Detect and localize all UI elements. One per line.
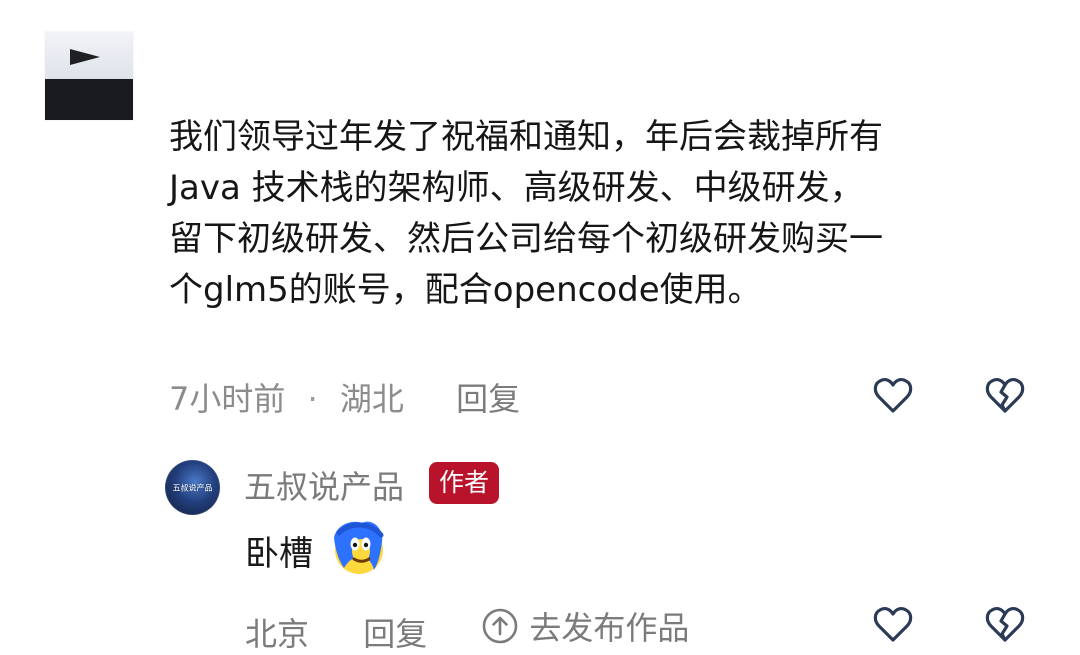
comment-line: 留下初级研发、然后公司给每个初级研发购买一 <box>169 219 883 259</box>
pen-icon <box>70 49 130 65</box>
comment-time: 7小时前 <box>169 380 286 418</box>
meta-separator: · <box>307 380 318 418</box>
reply-author-avatar[interactable]: 五叔说产品 <box>165 460 220 515</box>
avatar-label: 五叔说产品 <box>172 483 213 492</box>
reply-author-name[interactable]: 五叔说产品 <box>244 462 404 508</box>
avatar-lower-area <box>45 79 133 120</box>
up-arrow-circle-icon <box>483 608 518 644</box>
comment-line: Java 技术栈的架构师、高级研发、中级研发， <box>169 168 864 208</box>
author-badge: 作者 <box>429 462 500 504</box>
heart-outline-icon[interactable] <box>871 374 915 418</box>
publish-work-label: 去发布作品 <box>529 609 690 647</box>
publish-work-button[interactable]: 去发布作品 <box>481 603 689 649</box>
reply-location: 北京 <box>245 615 310 653</box>
comment-location: 湖北 <box>339 380 404 418</box>
reply-button[interactable]: 回复 <box>456 380 520 418</box>
blue-hair-emoji-icon <box>334 521 384 574</box>
post-author-avatar[interactable] <box>45 32 133 120</box>
reply-meta: 北京 回复 去发布作品 <box>245 603 689 655</box>
comment-line: 个glm5的账号，配合opencode使用。 <box>169 270 762 310</box>
comment-meta: 7小时前 · 湖北 回复 <box>169 374 520 420</box>
heart-outline-icon[interactable] <box>871 603 915 647</box>
broken-heart-icon[interactable] <box>983 374 1027 418</box>
reply-button[interactable]: 回复 <box>363 615 427 653</box>
comment-content: 我们领导过年发了祝福和通知，年后会裁掉所有 Java 技术栈的架构师、高级研发、… <box>169 112 1049 316</box>
broken-heart-icon[interactable] <box>983 603 1027 647</box>
reply-content: 卧槽 <box>245 534 313 574</box>
comment-line: 我们领导过年发了祝福和通知，年后会裁掉所有 <box>169 117 883 157</box>
